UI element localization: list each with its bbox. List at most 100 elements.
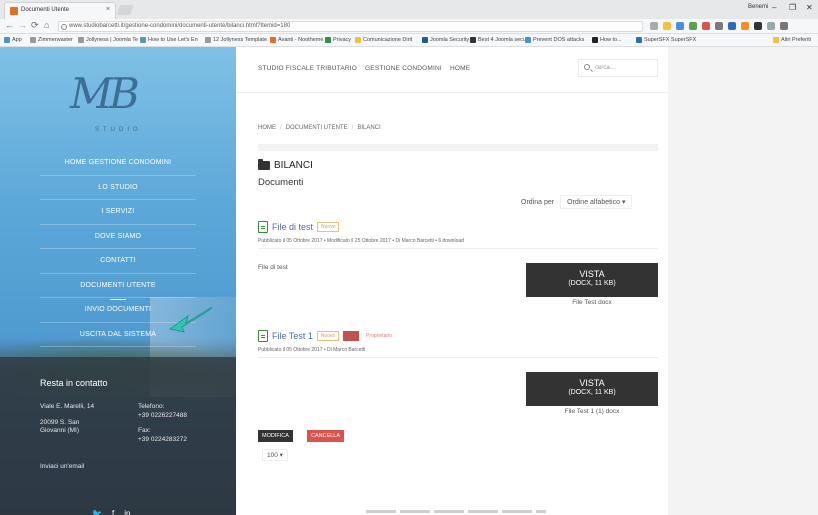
file-title-row: File Test 1 Nuovo Hot Proprietario: [258, 330, 395, 342]
menu-item-servizi[interactable]: I SERVIZI: [40, 200, 196, 225]
bookmark-item[interactable]: App: [4, 37, 22, 43]
view-file-button[interactable]: VISTA (DOCX, 11 KB): [526, 263, 658, 297]
badge-new: Nuovo: [316, 331, 340, 341]
forward-icon[interactable]: →: [18, 20, 27, 30]
bookmark-item[interactable]: Joomla Security: [422, 37, 469, 43]
menu-item-dove-siamo[interactable]: DOVE SIAMO: [40, 225, 196, 249]
order-label: Ordina per: [521, 198, 555, 206]
extension-icon[interactable]: [702, 22, 710, 30]
bookmarks-bar: App Zimmerwaster Jollyness | Joomla Te H…: [0, 34, 818, 47]
main-content: STUDIO FISCALE TRIBUTARIO GESTIONE CONDO…: [236, 47, 668, 515]
site-logo-subtitle: STUDIO: [95, 127, 142, 133]
order-control: Ordina per Ordine alfabetico ▾: [521, 195, 633, 209]
file-meta: Pubblicato il 05 Ottobre 2017 • Di Marco…: [258, 347, 366, 353]
document-icon: [258, 330, 268, 342]
menu-item-contatti[interactable]: CONTATTI: [40, 249, 196, 274]
breadcrumb-separator: /: [351, 125, 354, 131]
bookmark-item[interactable]: Avanti - Nootheme: [270, 37, 323, 43]
breadcrumb-home[interactable]: HOME: [258, 125, 276, 131]
contact-title: Resta in contatto: [40, 378, 108, 388]
reload-icon[interactable]: ⟳: [31, 20, 39, 31]
menu-item-home[interactable]: HOME GESTIONE CONDOMINI: [40, 151, 196, 176]
extension-icon[interactable]: [754, 22, 762, 30]
bookmark-item[interactable]: Comunicazione Dirit: [355, 37, 412, 43]
file-title-link[interactable]: File Test 1: [272, 331, 313, 341]
facebook-icon[interactable]: f: [112, 509, 114, 515]
extension-icon[interactable]: [715, 22, 723, 30]
divider: [258, 357, 658, 358]
file-meta: Pubblicato il 05 Ottobre 2017 • Modifica…: [258, 238, 464, 244]
bookmark-item[interactable]: Zimmerwaster: [30, 37, 73, 43]
bookmark-item[interactable]: 12 Jollyness Template: [205, 37, 267, 43]
badge-new: Nuovo: [317, 222, 340, 232]
menu-icon[interactable]: [780, 22, 788, 30]
breadcrumb-documenti[interactable]: DOCUMENTI UTENTE: [286, 125, 348, 131]
browser-tab-bar: Documenti Utente × Benemi – ❐ ✕: [0, 0, 818, 19]
bookmark-item[interactable]: Prevent DOS attacks: [525, 37, 584, 43]
url-field[interactable]: www.studiobarcetti.it/gestione-condomini…: [58, 21, 643, 32]
menu-item-studio[interactable]: LO STUDIO: [40, 176, 196, 200]
topnav-home[interactable]: HOME: [450, 65, 470, 72]
new-tab-button[interactable]: [116, 5, 134, 15]
address-line: Viale E. Marelli, 14: [40, 403, 95, 410]
linkedin-icon[interactable]: in: [124, 509, 130, 515]
twitter-icon[interactable]: 🐦: [92, 509, 102, 515]
star-icon[interactable]: [663, 22, 671, 30]
extension-icon[interactable]: [676, 22, 684, 30]
order-select[interactable]: Ordine alfabetico ▾: [560, 195, 633, 209]
divider: [236, 92, 668, 93]
document-icon: [258, 221, 268, 233]
items-per-page-select[interactable]: 100 ▾: [262, 449, 288, 461]
footer-links: [366, 510, 546, 513]
search-icon: [584, 64, 590, 70]
email-link[interactable]: Inviaci un'email: [40, 463, 84, 471]
bookmark-item[interactable]: Jollyness | Joomla Te: [78, 37, 138, 43]
bookmark-item[interactable]: Privacy: [325, 37, 351, 43]
bookmark-item[interactable]: How to...: [592, 37, 622, 43]
view-label: VISTA: [579, 269, 605, 279]
breadcrumb: HOME / DOCUMENTI UTENTE / BILANCI: [258, 125, 381, 131]
breadcrumb-bilanci: BILANCI: [357, 125, 381, 131]
joomla-favicon-icon: [10, 7, 18, 15]
file-name: File Test docx: [572, 299, 612, 306]
file-title-row: File di test Nuovo: [258, 221, 340, 233]
minimize-icon[interactable]: –: [772, 3, 776, 12]
edit-button[interactable]: MODIFICA: [258, 430, 293, 442]
search-input[interactable]: cerca...: [578, 59, 658, 77]
social-links: 🐦 f in: [92, 509, 130, 515]
back-icon[interactable]: ←: [5, 20, 14, 30]
extension-icon[interactable]: [728, 22, 736, 30]
browser-user-name[interactable]: Benemi: [748, 4, 768, 10]
restore-icon[interactable]: ❐: [789, 3, 796, 12]
home-icon[interactable]: ⌂: [44, 20, 49, 30]
browser-tab[interactable]: Documenti Utente ×: [4, 2, 116, 19]
bookmark-item[interactable]: SuperSFX SuperSFX: [636, 37, 696, 43]
delete-button[interactable]: CANCELLA: [307, 430, 345, 442]
file-title-link[interactable]: File di test: [272, 222, 313, 232]
topnav-gestione-condomini[interactable]: GESTIONE CONDOMINI: [365, 65, 442, 72]
folder-title: BILANCI: [258, 159, 313, 171]
zoom-icon[interactable]: [650, 22, 658, 30]
close-window-icon[interactable]: ✕: [806, 3, 813, 12]
phone-label: Telefono:: [138, 403, 165, 410]
info-icon: [61, 24, 67, 30]
divider: [258, 248, 658, 249]
menu-item-documenti-utente[interactable]: DOCUMENTI UTENTE: [40, 274, 196, 300]
address-line: Giovanni (MI): [40, 427, 80, 434]
fax-label: Fax:: [138, 427, 151, 434]
phone-number[interactable]: +39 0226227488: [138, 412, 187, 420]
tab-close-icon[interactable]: ×: [106, 6, 110, 13]
site-sidebar: MB STUDIO HOME GESTIONE CONDOMINI LO STU…: [0, 47, 236, 515]
bookmark-item[interactable]: Best 4 Joomla secure: [470, 37, 531, 43]
bookmark-item[interactable]: How to Use Let's En: [140, 37, 198, 43]
extension-icon[interactable]: [741, 22, 749, 30]
topnav-studio-fiscale[interactable]: STUDIO FISCALE TRIBUTARIO: [258, 65, 357, 72]
file-name: File Test 1 (1) docx: [564, 408, 620, 415]
site-logo[interactable]: MB: [70, 69, 140, 118]
view-file-button[interactable]: VISTA (DOCX, 11 KB): [526, 372, 658, 406]
extension-icon[interactable]: [689, 22, 697, 30]
badge-owner: Proprietario: [366, 333, 392, 339]
page-margin: [668, 47, 818, 515]
bookmark-item[interactable]: Altri Preferiti: [773, 37, 811, 43]
extension-icon[interactable]: [767, 22, 775, 30]
